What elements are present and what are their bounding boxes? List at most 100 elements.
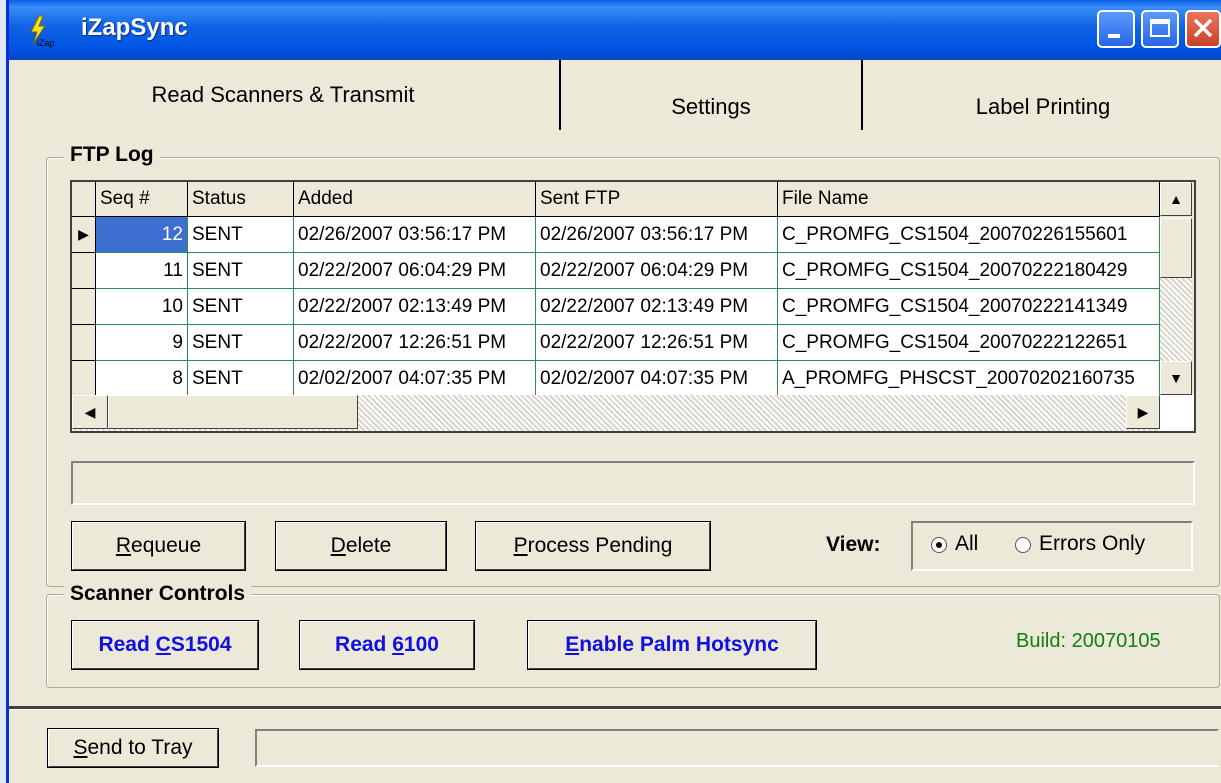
cell-added[interactable]: 02/22/2007 06:04:29 PM — [294, 253, 536, 289]
status-bar-field — [255, 729, 1219, 767]
cell-sent-ftp[interactable]: 02/22/2007 02:13:49 PM — [536, 289, 778, 325]
cell-added[interactable]: 02/26/2007 03:56:17 PM — [294, 217, 536, 253]
cell-seq[interactable]: 11 — [96, 253, 188, 289]
scroll-left-button[interactable]: ◀ — [72, 395, 108, 429]
send-to-tray-button[interactable]: Send to Tray — [47, 728, 219, 768]
header-status[interactable]: Status — [188, 182, 294, 217]
close-button[interactable] — [1185, 10, 1221, 48]
cell-seq[interactable]: 9 — [96, 325, 188, 361]
row-indicator — [72, 361, 96, 397]
table-row[interactable]: 10 SENT 02/22/2007 02:13:49 PM 02/22/200… — [72, 289, 1160, 325]
radio-all-label[interactable]: All — [955, 532, 978, 556]
row-indicator — [72, 325, 96, 361]
table-row[interactable]: 11 SENT 02/22/2007 06:04:29 PM 02/22/200… — [72, 253, 1160, 289]
arrow-right-icon: ▶ — [1137, 403, 1149, 420]
minimize-icon — [1108, 34, 1120, 38]
cell-status[interactable]: SENT — [188, 289, 294, 325]
enable-palm-hotsync-button[interactable]: Enable Palm Hotsync — [527, 620, 817, 670]
cell-added[interactable]: 02/02/2007 04:07:35 PM — [294, 361, 536, 397]
horizontal-scrollbar[interactable]: ◀ ▶ — [72, 395, 1160, 431]
cell-sent-ftp[interactable]: 02/22/2007 06:04:29 PM — [536, 253, 778, 289]
title-bar[interactable]: iZap iZapSync — [9, 0, 1221, 60]
close-icon — [1193, 18, 1213, 38]
tab-settings[interactable]: Settings — [559, 60, 861, 130]
requeue-label: Requeue — [115, 534, 202, 557]
tab-read-scanners[interactable]: Read Scanners & Transmit — [9, 60, 557, 130]
maximize-icon — [1150, 19, 1170, 37]
svg-text:iZap: iZap — [37, 38, 55, 48]
vertical-scroll-track[interactable] — [1160, 278, 1192, 362]
window-title: iZapSync — [81, 14, 188, 41]
enable-palm-hotsync-label: Enable Palm Hotsync — [565, 633, 779, 656]
process-pending-label: Process Pending — [513, 534, 673, 557]
build-version: Build: 20070105 — [1016, 630, 1161, 652]
read-6100-label: Read 6100 — [335, 633, 439, 656]
table-row[interactable]: 9 SENT 02/22/2007 12:26:51 PM 02/22/2007… — [72, 325, 1160, 361]
cell-status[interactable]: SENT — [188, 361, 294, 397]
view-filter-group: All Errors Only — [911, 521, 1193, 571]
vertical-scroll-thumb[interactable] — [1160, 218, 1192, 278]
header-seq[interactable]: Seq # — [96, 182, 188, 217]
arrow-down-icon: ▼ — [1169, 370, 1183, 386]
row-indicator — [72, 289, 96, 325]
scanner-controls-label: Scanner Controls — [64, 582, 252, 606]
cell-file-name[interactable]: C_PROMFG_CS1504_20070222122651 — [778, 325, 1160, 361]
table-row[interactable]: 8 SENT 02/02/2007 04:07:35 PM 02/02/2007… — [72, 361, 1160, 397]
cell-status[interactable]: SENT — [188, 217, 294, 253]
cell-seq[interactable]: 8 — [96, 361, 188, 397]
tab-label: Settings — [671, 94, 751, 119]
read-cs1504-label: Read CS1504 — [98, 633, 232, 656]
tab-label: Read Scanners & Transmit — [151, 82, 415, 107]
cell-sent-ftp[interactable]: 02/02/2007 04:07:35 PM — [536, 361, 778, 397]
izap-app-icon: iZap — [30, 15, 55, 48]
tab-label: Label Printing — [975, 94, 1111, 119]
read-6100-button[interactable]: Read 6100 — [299, 620, 475, 670]
ftp-log-grid[interactable]: Seq # Status Added Sent FTP File Name ▶ … — [70, 180, 1196, 433]
grid-header: Seq # Status Added Sent FTP File Name — [72, 182, 1160, 217]
tab-label-printing[interactable]: Label Printing — [861, 60, 1221, 130]
scroll-right-button[interactable]: ▶ — [1126, 395, 1160, 429]
cell-seq[interactable]: 12 — [96, 217, 188, 253]
radio-all[interactable] — [931, 537, 947, 553]
radio-errors-only-label[interactable]: Errors Only — [1039, 532, 1145, 556]
delete-button[interactable]: Delete — [275, 521, 447, 571]
maximize-button[interactable] — [1141, 10, 1179, 48]
requeue-button[interactable]: Requeue — [71, 521, 246, 571]
horizontal-scroll-thumb[interactable] — [108, 395, 358, 429]
table-row[interactable]: ▶ 12 SENT 02/26/2007 03:56:17 PM 02/26/2… — [72, 217, 1160, 253]
delete-label: Delete — [330, 534, 392, 557]
row-pointer-icon: ▶ — [72, 217, 96, 253]
scroll-up-button[interactable]: ▲ — [1160, 182, 1192, 216]
cell-seq[interactable]: 10 — [96, 289, 188, 325]
send-to-tray-label: Send to Tray — [73, 736, 193, 759]
minimize-button[interactable] — [1097, 10, 1135, 48]
app-window: iZap iZapSync Read Scanners & Transmit S… — [6, 0, 1221, 783]
header-sent-ftp[interactable]: Sent FTP — [536, 182, 778, 217]
arrow-up-icon: ▲ — [1169, 191, 1183, 207]
cell-added[interactable]: 02/22/2007 12:26:51 PM — [294, 325, 536, 361]
scroll-corner — [1160, 395, 1194, 431]
cell-sent-ftp[interactable]: 02/22/2007 12:26:51 PM — [536, 325, 778, 361]
cell-status[interactable]: SENT — [188, 253, 294, 289]
log-message-field — [71, 461, 1195, 505]
footer-separator — [9, 706, 1221, 710]
cell-file-name[interactable]: C_PROMFG_CS1504_20070226155601 — [778, 217, 1160, 253]
radio-errors-only[interactable] — [1015, 537, 1031, 553]
process-pending-button[interactable]: Process Pending — [475, 521, 711, 571]
read-cs1504-button[interactable]: Read CS1504 — [71, 620, 259, 670]
header-file-name[interactable]: File Name — [778, 182, 1160, 217]
cell-sent-ftp[interactable]: 02/26/2007 03:56:17 PM — [536, 217, 778, 253]
cell-file-name[interactable]: A_PROMFG_PHSCST_20070202160735 — [778, 361, 1160, 397]
header-added[interactable]: Added — [294, 182, 536, 217]
arrow-left-icon: ◀ — [84, 403, 96, 420]
tab-strip: Read Scanners & Transmit Settings Label … — [9, 60, 1221, 130]
header-indicator — [72, 182, 96, 217]
cell-added[interactable]: 02/22/2007 02:13:49 PM — [294, 289, 536, 325]
vertical-scrollbar[interactable]: ▲ ▼ — [1160, 182, 1194, 395]
scroll-down-button[interactable]: ▼ — [1160, 361, 1192, 395]
ftp-log-label: FTP Log — [64, 143, 160, 167]
row-indicator — [72, 253, 96, 289]
cell-status[interactable]: SENT — [188, 325, 294, 361]
cell-file-name[interactable]: C_PROMFG_CS1504_20070222141349 — [778, 289, 1160, 325]
cell-file-name[interactable]: C_PROMFG_CS1504_20070222180429 — [778, 253, 1160, 289]
